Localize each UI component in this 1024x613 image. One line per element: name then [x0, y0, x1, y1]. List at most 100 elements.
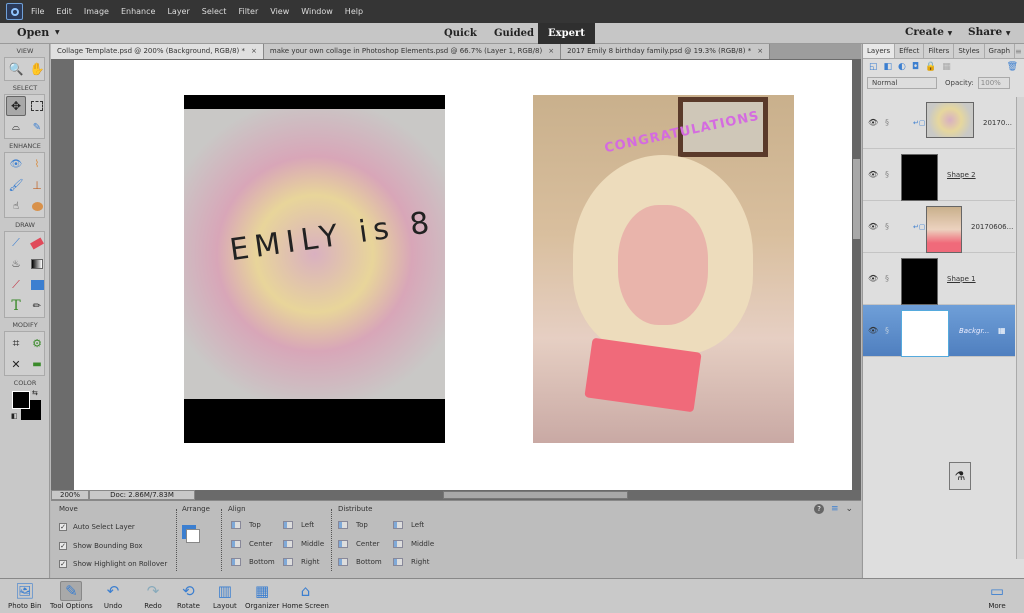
distribute-left-button[interactable]: Left — [393, 521, 424, 529]
layer-name[interactable]: Shape 2 — [947, 171, 976, 179]
blur-tool-icon[interactable]: ☝ — [6, 196, 26, 216]
smart-brush-tool-icon[interactable]: 🖌 — [6, 175, 26, 195]
menu-enhance[interactable]: Enhance — [121, 7, 156, 16]
straighten-tool-icon[interactable]: ▬ — [27, 354, 47, 374]
create-button[interactable]: Create ▼ — [905, 26, 952, 38]
panel-tab-graphics[interactable]: Graph — [985, 44, 1016, 58]
collapse-icon[interactable]: ⌄ — [845, 504, 853, 514]
content-aware-move-tool-icon[interactable]: ✕ — [6, 354, 26, 374]
layer-name[interactable]: 20170... — [983, 119, 1012, 127]
layer-row[interactable]: 👁 § Shape 1 — [863, 253, 1015, 305]
lock-transparent-icon[interactable]: ▦ — [942, 62, 951, 72]
distribute-right-button[interactable]: Right — [393, 558, 429, 566]
menu-file[interactable]: File — [31, 7, 44, 16]
mode-guided-tab[interactable]: Guided — [484, 23, 544, 44]
menu-window[interactable]: Window — [301, 7, 333, 16]
doc-tab-birthday-family[interactable]: 2017 Emily 8 birthday family.psd @ 19.3%… — [561, 44, 771, 59]
zoom-tool-icon[interactable]: 🔍 — [6, 59, 26, 79]
share-button[interactable]: Share ▼ — [968, 26, 1011, 38]
doc-tab-collage-template[interactable]: Collage Template.psd @ 200% (Background,… — [51, 44, 264, 59]
lasso-tool-icon[interactable]: ⌓ — [6, 117, 26, 137]
more-button[interactable]: ▭ More — [986, 581, 1008, 610]
menu-help[interactable]: Help — [345, 7, 363, 16]
panel-tab-styles[interactable]: Styles — [954, 44, 985, 58]
menu-filter[interactable]: Filter — [238, 7, 258, 16]
hand-tool-icon[interactable]: ✋ — [27, 59, 47, 79]
spot-healing-tool-icon[interactable]: ⌇ — [27, 154, 47, 174]
distribute-bottom-button[interactable]: Bottom — [338, 558, 382, 566]
link-icon[interactable]: § — [885, 326, 889, 335]
menu-layer[interactable]: Layer — [167, 7, 189, 16]
show-bounding-box-checkbox[interactable]: ✓ Show Bounding Box — [59, 542, 143, 550]
opacity-input[interactable]: 100% — [977, 77, 1010, 89]
open-button[interactable]: Open — [17, 26, 49, 39]
layer-row[interactable]: 👁 § ↵▢ 20170606... — [863, 201, 1015, 253]
horizontal-scrollbar[interactable] — [195, 490, 861, 500]
align-center-button[interactable]: Center — [231, 540, 273, 548]
canvas-area[interactable]: EMILY is 8 CONGRATULATIONS — [51, 59, 852, 490]
panel-tab-layers[interactable]: Layers — [863, 44, 896, 58]
gradient-tool-icon[interactable] — [27, 254, 47, 274]
layer-name[interactable]: 20170606... — [971, 223, 1013, 231]
align-top-button[interactable]: Top — [231, 521, 261, 529]
menu-edit[interactable]: Edit — [56, 7, 72, 16]
close-tab-icon[interactable]: × — [548, 47, 554, 55]
layer-row[interactable]: 👁 § ↵▢ 20170... — [863, 97, 1015, 149]
horizontal-scroll-thumb[interactable] — [443, 491, 628, 499]
home-screen-button[interactable]: ⌂ Home Screen — [282, 581, 329, 610]
recompose-tool-icon[interactable]: ⚙ — [27, 333, 47, 353]
link-icon[interactable]: § — [885, 274, 889, 283]
new-layer-icon[interactable]: ◱ — [869, 62, 878, 72]
align-bottom-button[interactable]: Bottom — [231, 558, 275, 566]
marquee-tool-icon[interactable] — [27, 96, 47, 116]
auto-select-layer-checkbox[interactable]: ✓ Auto Select Layer — [59, 523, 135, 531]
close-tab-icon[interactable]: × — [757, 47, 763, 55]
flask-widget-icon[interactable]: ⚗ — [949, 462, 971, 490]
panel-tab-filters[interactable]: Filters — [924, 44, 955, 58]
align-left-button[interactable]: Left — [283, 521, 314, 529]
layer-name[interactable]: Shape 1 — [947, 275, 976, 283]
menu-image[interactable]: Image — [84, 7, 109, 16]
rotate-button[interactable]: ⟲ Rotate — [177, 581, 200, 610]
blend-mode-select[interactable]: Normal — [867, 77, 937, 89]
redo-button[interactable]: ↷ Redo — [142, 581, 164, 610]
clone-stamp-tool-icon[interactable]: ⊥ — [27, 175, 47, 195]
default-colors-icon[interactable]: ◧ — [11, 412, 18, 420]
menu-view[interactable]: View — [270, 7, 289, 16]
adjustment-layer-icon[interactable]: ◐ — [898, 62, 906, 72]
zoom-level[interactable]: 200% — [51, 490, 89, 500]
swap-colors-icon[interactable]: ⇆ — [32, 389, 38, 397]
align-right-button[interactable]: Right — [283, 558, 319, 566]
crop-tool-icon[interactable]: ⌗ — [6, 333, 26, 353]
cupcakes-photo[interactable]: EMILY is 8 — [184, 95, 445, 443]
brush-tool-icon[interactable]: ⟋ — [6, 233, 26, 253]
organizer-button[interactable]: ▦ Organizer — [245, 581, 279, 610]
link-icon[interactable]: § — [885, 222, 889, 231]
visibility-eye-icon[interactable]: 👁 — [868, 274, 878, 283]
help-icon[interactable]: ? — [814, 504, 825, 514]
girl-photo[interactable]: CONGRATULATIONS — [533, 95, 794, 443]
panel-scrollbar[interactable] — [1016, 97, 1024, 559]
distribute-middle-button[interactable]: Middle — [393, 540, 434, 548]
link-icon[interactable]: § — [885, 170, 889, 179]
quick-selection-tool-icon[interactable]: ✎ — [27, 117, 47, 137]
panel-menu-icon[interactable]: ≡ — [1015, 44, 1024, 58]
layer-row-selected[interactable]: 👁 § Backgr... ▦ — [863, 305, 1015, 357]
layer-row[interactable]: 👁 § Shape 2 — [863, 149, 1015, 201]
visibility-eye-icon[interactable]: 👁 — [868, 222, 878, 231]
new-group-icon[interactable]: ◧ — [884, 62, 893, 72]
paint-bucket-tool-icon[interactable]: ♨ — [6, 254, 26, 274]
link-icon[interactable]: § — [885, 118, 889, 127]
panel-menu-icon[interactable]: ≡ — [831, 504, 839, 514]
vertical-scroll-thumb[interactable] — [853, 159, 860, 239]
lock-all-icon[interactable]: 🔒 — [925, 62, 936, 72]
layer-mask-icon[interactable]: ◘ — [912, 62, 919, 72]
doc-tab-make-your-own-collage[interactable]: make your own collage in Photoshop Eleme… — [263, 44, 562, 59]
distribute-top-button[interactable]: Top — [338, 521, 368, 529]
type-tool-icon[interactable]: T — [6, 296, 26, 316]
visibility-eye-icon[interactable]: 👁 — [868, 326, 878, 335]
eraser-tool-icon[interactable] — [27, 233, 47, 253]
menu-select[interactable]: Select — [202, 7, 227, 16]
mode-quick-tab[interactable]: Quick — [434, 23, 487, 44]
arrange-button-icon[interactable] — [182, 525, 208, 547]
